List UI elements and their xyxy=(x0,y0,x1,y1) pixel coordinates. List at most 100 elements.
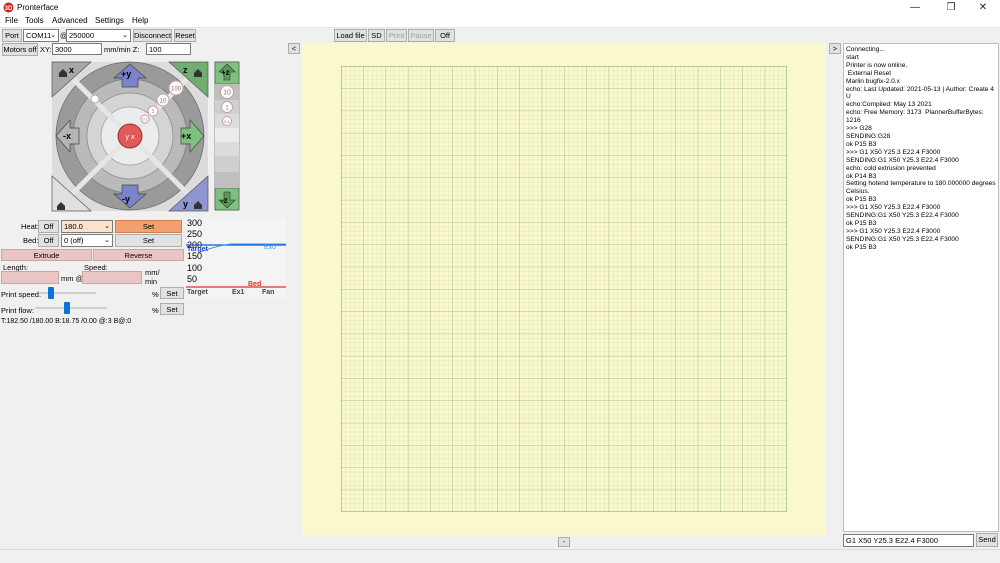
print-button[interactable]: Print xyxy=(386,29,407,42)
motors-off-button[interactable]: Motors off xyxy=(2,43,38,56)
command-value: G1 X50 Y25.3 E22.4 F3000 xyxy=(846,536,939,545)
print-speed-set-button[interactable]: Set xyxy=(160,287,184,299)
xy-jog-control[interactable]: y x +y -y +x -x x z y 100 10 1 0.1 xyxy=(51,61,209,212)
bed-set-button[interactable]: Set xyxy=(115,234,182,247)
bed-select[interactable]: 0 (off) ⌄ xyxy=(61,234,113,247)
chevron-down-icon: ⌄ xyxy=(104,237,110,244)
log-line: ok P15 B3 xyxy=(846,219,877,227)
step-100-label: 100 xyxy=(171,87,182,93)
send-button[interactable]: Send xyxy=(976,533,998,547)
bed-off-button[interactable]: Off xyxy=(38,234,59,247)
chevron-down-icon: ⌄ xyxy=(50,32,56,39)
home-z-label: z xyxy=(183,65,188,75)
log-line: >>> G1 X50 Y25.3 E22.4 F3000 xyxy=(846,227,941,235)
log-line: >>> G28 xyxy=(846,125,872,133)
print-bed-preview[interactable] xyxy=(302,43,826,535)
status-bar xyxy=(0,549,1000,563)
reverse-button[interactable]: Reverse xyxy=(93,249,184,261)
plus-x-label: +x xyxy=(181,131,191,141)
menu-advanced[interactable]: Advanced xyxy=(52,16,88,25)
collapse-bottom-button[interactable]: - xyxy=(558,537,570,547)
heat-select[interactable]: 180.0 ⌄ xyxy=(61,220,113,233)
ex1-legend-label: Ex1 xyxy=(232,289,245,296)
xy-speed-value: 3000 xyxy=(55,45,72,54)
title-bar: 3D Pronterface — ❐ ✕ xyxy=(0,0,1000,15)
slider-thumb[interactable] xyxy=(48,287,55,299)
log-line: ok P15 B3 xyxy=(846,196,877,204)
log-line: echo: Free Memory: 3173 PlannerBufferByt… xyxy=(846,109,986,125)
log-line: Marlin bugfix-2.0.x xyxy=(846,77,900,85)
log-line: ok P14 B3 xyxy=(846,172,877,180)
menu-help[interactable]: Help xyxy=(132,16,148,25)
print-flow-label: Print flow: xyxy=(1,306,34,315)
minus-x-label: -x xyxy=(63,131,71,141)
extrude-speed-input[interactable] xyxy=(82,271,142,284)
menu-file[interactable]: File xyxy=(5,16,18,25)
port-button[interactable]: Port xyxy=(2,29,22,42)
log-line: >>> G1 X50 Y25.3 E22.4 F3000 xyxy=(846,204,941,212)
menu-bar: File Tools Advanced Settings Help xyxy=(0,15,1000,28)
window-title: Pronterface xyxy=(17,3,59,12)
heat-off-button[interactable]: Off xyxy=(38,220,59,233)
collapse-left-button[interactable]: < xyxy=(288,43,300,54)
target-legend-label: Target xyxy=(187,289,209,296)
disconnect-button[interactable]: Disconnect xyxy=(133,29,172,42)
xy-speed-input[interactable]: 3000 xyxy=(52,43,102,55)
print-speed-percent: % xyxy=(152,290,159,299)
menu-settings[interactable]: Settings xyxy=(95,16,124,25)
temperature-graph: 300 250 200 150 100 50 Target Ex0 Bed Ta… xyxy=(186,218,286,298)
port-select[interactable]: COM11 ⌄ xyxy=(23,29,59,42)
heat-set-button[interactable]: Set xyxy=(115,220,182,233)
log-line: echo: Last Updated: 2021-05-13 | Author:… xyxy=(846,85,996,101)
z-jog-control[interactable]: 10 1 0.1 +z -z xyxy=(214,61,240,211)
pause-button[interactable]: Pause xyxy=(408,29,434,42)
ex0-series-label: Ex0 xyxy=(264,244,276,251)
maximize-button[interactable]: ❐ xyxy=(934,0,968,15)
log-line: SENDING:G1 X50 Y25.3 E22.4 F3000 xyxy=(846,235,959,243)
log-line: >>> G1 X50 Y25.3 E22.4 F3000 xyxy=(846,148,941,156)
collapse-right-button[interactable]: > xyxy=(829,43,841,54)
baud-value: 250000 xyxy=(69,31,95,40)
log-line: Connecting... xyxy=(846,46,885,53)
home-x-label: x xyxy=(69,65,74,75)
heat-value: 180.0 xyxy=(64,222,83,231)
mm-min-z-label: mm/min Z: xyxy=(104,45,140,54)
pronterface-logo-icon: 3D xyxy=(3,2,14,13)
chevron-down-icon: ⌄ xyxy=(122,32,128,39)
z-speed-input[interactable]: 100 xyxy=(146,43,191,55)
load-file-button[interactable]: Load file xyxy=(334,29,367,42)
log-line: ok P15 B3 xyxy=(846,140,877,148)
sd-button[interactable]: SD xyxy=(368,29,385,42)
log-line: SENDING:G1 X50 Y25.3 E22.4 F3000 xyxy=(846,212,959,220)
print-speed-slider[interactable] xyxy=(40,287,96,299)
log-line: start xyxy=(846,53,859,61)
step-dot xyxy=(90,94,100,104)
z-speed-value: 100 xyxy=(149,45,162,54)
port-value: COM11 xyxy=(26,31,52,40)
console-log[interactable]: Connecting... start Printer is now online.… xyxy=(843,43,999,532)
step-01-label: 0.1 xyxy=(143,118,148,122)
slider-thumb[interactable] xyxy=(64,302,71,314)
plus-y-label: +y xyxy=(121,69,131,79)
minus-y-label: -y xyxy=(122,194,130,204)
menu-tools[interactable]: Tools xyxy=(25,16,44,25)
command-input[interactable]: G1 X50 Y25.3 E22.4 F3000 xyxy=(843,534,974,547)
reset-button[interactable]: Reset xyxy=(174,29,196,42)
heat-label: Heat: xyxy=(21,222,39,231)
baud-select[interactable]: 250000 ⌄ xyxy=(66,29,131,42)
log-line: ok P15 B3 xyxy=(846,243,877,251)
tick-50: 50 xyxy=(187,274,197,284)
svg-text:3D: 3D xyxy=(5,6,13,12)
tick-300: 300 xyxy=(187,218,202,228)
extrude-length-input[interactable] xyxy=(1,271,59,284)
mm-at-label: mm @ xyxy=(61,274,84,283)
off-button[interactable]: Off xyxy=(435,29,455,42)
step-1-label: 1 xyxy=(152,109,155,115)
extrude-button[interactable]: Extrude xyxy=(1,249,92,261)
log-line: SENDING:G1 X50 Y25.3 E22.4 F3000 xyxy=(846,156,959,164)
close-button[interactable]: ✕ xyxy=(966,0,1000,15)
minimize-button[interactable]: — xyxy=(898,0,932,15)
print-flow-set-button[interactable]: Set xyxy=(160,303,184,315)
print-flow-slider[interactable] xyxy=(35,302,107,314)
mm-min-label: mm/ min xyxy=(145,268,160,286)
